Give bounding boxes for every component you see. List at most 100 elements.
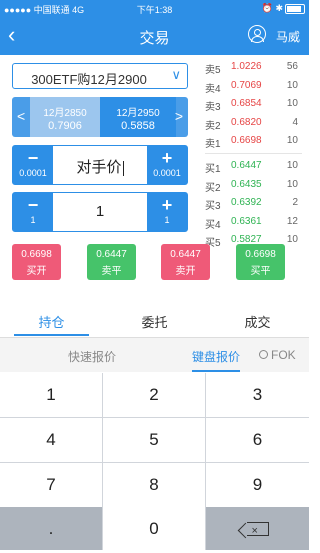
order-book: 卖5 1.0226 56 卖4 0.7069 10 卖3 0.6854 10 卖2 0.682…	[205, 58, 302, 250]
minus-icon: −	[27, 148, 39, 168]
tab-positions[interactable]: 持仓	[0, 312, 103, 331]
bid-row[interactable]: 买2 0.6435 10	[205, 176, 302, 195]
ask-price: 1.0226	[231, 61, 262, 72]
buy-open-price: 0.6698	[21, 249, 52, 260]
prev-contract-name: 12月2850	[43, 108, 87, 119]
prev-contract-price: 0.7906	[48, 120, 82, 132]
plus-icon: +	[161, 148, 173, 168]
sell-open-button[interactable]: 0.6447 卖开	[161, 244, 210, 280]
user-icon[interactable]	[248, 25, 266, 43]
ask-label: 卖5	[205, 65, 221, 76]
tab-orders[interactable]: 委托	[103, 312, 206, 331]
sell-close-price: 0.6447	[96, 249, 127, 260]
price-input[interactable]: 对手价	[53, 156, 147, 177]
quantity-step-label: 1	[164, 215, 170, 225]
ask-row[interactable]: 卖2 0.6820 4	[205, 114, 302, 133]
current-contract-name: 12月2950	[116, 108, 160, 119]
key-6[interactable]: 6	[206, 418, 309, 462]
chevron-left-icon[interactable]: <	[17, 108, 25, 124]
key-8[interactable]: 8	[103, 463, 205, 507]
tab-bar: 持仓 委托 成交	[0, 303, 309, 338]
price-stepper: − 0.0001 对手价 + 0.0001	[12, 145, 188, 185]
chevron-right-icon[interactable]: >	[175, 108, 183, 124]
bid-row[interactable]: 买3 0.6392 2	[205, 194, 302, 213]
bid-label: 买2	[205, 182, 221, 194]
orderbook-divider	[205, 152, 302, 154]
status-bar: ●●●●● 中国联通 4G 下午1:38 ⏰ ✱	[0, 0, 309, 17]
sell-close-button[interactable]: 0.6447 卖平	[87, 244, 136, 280]
sell-open-price: 0.6447	[170, 249, 201, 260]
contract-name: 300ETF购12月2900	[31, 72, 147, 87]
fok-radio-icon[interactable]	[259, 350, 268, 359]
current-contract-price: 0.5858	[121, 120, 155, 132]
key-4[interactable]: 4	[0, 418, 102, 462]
contract-switcher: < 12月2850 0.7906 12月2950 0.5858 >	[12, 97, 188, 137]
backspace-key[interactable]	[206, 507, 309, 553]
ask-qty: 56	[286, 61, 298, 72]
ask-row[interactable]: 卖4 0.7069 10	[205, 77, 302, 96]
bid-label: 买1	[205, 163, 221, 175]
user-name[interactable]: 马威	[276, 28, 300, 45]
ask-price: 0.6698	[231, 135, 262, 147]
bid-row[interactable]: 买1 0.6447 10	[205, 157, 302, 176]
key-3[interactable]: 3	[206, 373, 309, 417]
ask-qty: 10	[286, 79, 298, 91]
price-increase-button[interactable]: + 0.0001	[147, 146, 187, 184]
key-0[interactable]: 0	[103, 507, 205, 550]
key-7[interactable]: 7	[0, 463, 102, 507]
bid-row[interactable]: 买4 0.6361 12	[205, 213, 302, 232]
contract-selector[interactable]: 300ETF购12月2900 ∨	[12, 63, 188, 89]
quantity-input[interactable]: 1	[53, 203, 147, 220]
ask-row[interactable]: 卖3 0.6854 10	[205, 95, 302, 114]
trade-buttons: 0.6698 买开 0.6447 卖平 0.6447 卖开 0.6698 买平	[12, 244, 297, 280]
quote-mode-bar: 快速报价 键盘报价 FOK	[0, 338, 309, 372]
current-contract[interactable]: 12月2950 0.5858	[100, 97, 176, 137]
battery-icon	[285, 3, 305, 14]
bid-price: 0.6447	[231, 159, 262, 171]
nav-bar: ‹ 交易 马威	[0, 17, 309, 55]
key-5[interactable]: 5	[103, 418, 205, 462]
bid-qty: 12	[286, 215, 298, 227]
ask-qty: 4	[292, 116, 298, 128]
bid-price: 0.6361	[231, 215, 262, 227]
prev-contract[interactable]: 12月2850 0.7906	[30, 97, 100, 137]
bid-qty: 10	[286, 178, 298, 190]
status-right-icons: ⏰ ✱	[262, 3, 305, 14]
backspace-icon	[246, 509, 269, 553]
ask-row[interactable]: 卖5 1.0226 56	[205, 58, 302, 77]
key-2[interactable]: 2	[103, 373, 205, 417]
buy-open-button[interactable]: 0.6698 买开	[12, 244, 61, 280]
bid-price: 0.6392	[231, 197, 262, 209]
tab-trades[interactable]: 成交	[206, 312, 309, 331]
buy-close-price: 0.6698	[245, 249, 276, 260]
tab-indicator	[14, 334, 89, 336]
ask-price: 0.6820	[231, 116, 262, 128]
quote-mode-indicator	[192, 370, 240, 372]
minus-icon: −	[27, 195, 39, 215]
ask-label: 卖1	[205, 139, 221, 151]
quantity-increase-button[interactable]: + 1	[147, 193, 187, 231]
ask-qty: 10	[286, 98, 298, 110]
chevron-down-icon: ∨	[171, 67, 181, 82]
buy-close-button[interactable]: 0.6698 买平	[236, 244, 285, 280]
price-step-label: 0.0001	[153, 168, 181, 178]
ask-qty: 10	[286, 135, 298, 147]
sell-open-label: 卖开	[175, 266, 196, 277]
quantity-stepper: − 1 1 + 1	[12, 192, 188, 232]
ask-label: 卖2	[205, 120, 221, 132]
bid-label: 买3	[205, 201, 221, 213]
price-step-label: 0.0001	[19, 168, 47, 178]
key-9[interactable]: 9	[206, 463, 309, 507]
ask-price: 0.7069	[231, 79, 262, 91]
price-decrease-button[interactable]: − 0.0001	[13, 146, 53, 184]
key-dot[interactable]: .	[0, 507, 102, 550]
ask-price: 0.6854	[231, 98, 262, 110]
keyboard-quote-option[interactable]: 键盘报价	[192, 348, 240, 365]
key-1[interactable]: 1	[0, 373, 102, 417]
quantity-decrease-button[interactable]: − 1	[13, 193, 53, 231]
fast-quote-option[interactable]: 快速报价	[68, 348, 116, 365]
buy-close-label: 买平	[250, 266, 271, 277]
bid-qty: 10	[286, 159, 298, 171]
ask-row[interactable]: 卖1 0.6698 10	[205, 132, 302, 151]
fok-option[interactable]: FOK	[271, 348, 296, 362]
